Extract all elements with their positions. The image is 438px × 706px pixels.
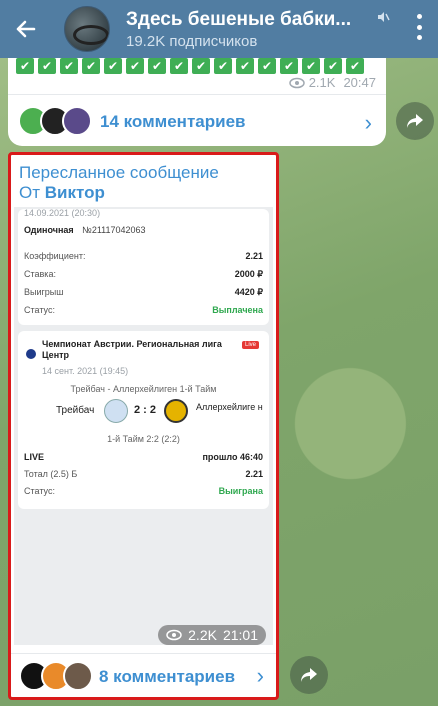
bet-card: 14.09.2021 (20:30) Одиночная №2111704206… bbox=[18, 208, 269, 325]
check-icon: ✔ bbox=[16, 58, 34, 74]
home-team: Трейбач bbox=[56, 405, 95, 416]
bet-screenshot[interactable]: 14.09.2021 (20:30) Одиночная №2111704206… bbox=[14, 207, 273, 645]
eye-icon bbox=[166, 629, 182, 641]
forward-header[interactable]: Пересланное сообщение От Виктор bbox=[19, 163, 219, 203]
row-label: Статус: bbox=[24, 305, 55, 315]
bet-row: Ставка: 2000 ₽ bbox=[24, 269, 263, 280]
bet-row: Выигрыш 4420 ₽ bbox=[24, 287, 263, 298]
status-value: Выиграна bbox=[218, 486, 263, 496]
comments-link[interactable]: 8 комментариев bbox=[99, 667, 235, 687]
away-team: Аллерхейлиге н bbox=[196, 402, 263, 412]
league-name: Чемпионат Австрии. Региональная лига Цен… bbox=[42, 339, 222, 360]
avatar bbox=[63, 661, 93, 691]
check-icon: ✔ bbox=[302, 58, 320, 74]
post-time: 20:47 bbox=[343, 75, 376, 90]
comments-link[interactable]: 14 комментариев bbox=[100, 112, 245, 132]
row-label: Коэффициент: bbox=[24, 251, 86, 261]
row-label: Тотал (2.5) Б bbox=[24, 469, 78, 479]
post-meta: 2.1K 20:47 bbox=[288, 75, 376, 90]
league-icon bbox=[26, 349, 36, 359]
bet-date: 14.09.2021 (20:30) bbox=[24, 208, 101, 218]
row-value: 2000 ₽ bbox=[234, 269, 263, 279]
check-icon: ✔ bbox=[214, 58, 232, 74]
match-row: Тотал (2.5) Б 2.21 bbox=[24, 469, 263, 479]
row-value: 4420 ₽ bbox=[234, 287, 263, 297]
more-menu-icon[interactable] bbox=[414, 14, 424, 40]
row-value: 2.21 bbox=[245, 251, 263, 261]
check-icon: ✔ bbox=[192, 58, 210, 74]
post-time: 21:01 bbox=[222, 627, 258, 643]
bet-type-line: Одиночная №21117042063 bbox=[24, 225, 146, 235]
muted-icon bbox=[378, 12, 390, 22]
home-team-logo bbox=[104, 399, 128, 423]
check-icon: ✔ bbox=[126, 58, 144, 74]
post-bubble-2: Пересланное сообщение От Виктор 14.09.20… bbox=[8, 152, 279, 700]
half-score: 1-й Тайм 2:2 (2:2) bbox=[107, 434, 180, 444]
bet-row: Статус: Выплачена bbox=[24, 305, 263, 315]
check-icon: ✔ bbox=[258, 58, 276, 74]
match-row: LIVE прошло 46:40 bbox=[24, 452, 263, 462]
channel-title: Здесь бешеные бабки... bbox=[126, 8, 352, 30]
channel-info[interactable]: Здесь бешеные бабки... 19.2K подписчиков bbox=[126, 9, 416, 50]
bet-number: №21117042063 bbox=[82, 225, 146, 235]
view-count: 2.1K bbox=[308, 75, 336, 90]
post-meta: 2.2K 21:01 bbox=[158, 625, 266, 645]
check-icon: ✔ bbox=[324, 58, 342, 74]
row-label: Ставка: bbox=[24, 269, 56, 279]
match-date: 14 сент. 2021 (19:45) bbox=[42, 366, 129, 376]
chat-header: Здесь бешеные бабки... 19.2K подписчиков bbox=[0, 0, 438, 58]
bet-type: Одиночная bbox=[24, 225, 74, 235]
eye-icon bbox=[288, 77, 305, 88]
row-label: Статус: bbox=[24, 486, 55, 496]
post-bubble-1: ✔ ✔ ✔ ✔ ✔ ✔ ✔ ✔ ✔ ✔ ✔ ✔ ✔ ✔ ✔ ✔ 2.1K 20:… bbox=[8, 58, 386, 146]
check-icon: ✔ bbox=[346, 58, 364, 74]
view-count: 2.2K bbox=[188, 627, 217, 643]
divider bbox=[8, 94, 386, 95]
check-icon: ✔ bbox=[236, 58, 254, 74]
check-icon: ✔ bbox=[148, 58, 166, 74]
channel-avatar[interactable] bbox=[64, 6, 110, 52]
avatar bbox=[62, 106, 92, 136]
row-value: прошло 46:40 bbox=[202, 452, 263, 462]
chevron-right-icon[interactable]: › bbox=[365, 110, 372, 136]
row-value: 2.21 bbox=[245, 469, 263, 479]
check-mark-row: ✔ ✔ ✔ ✔ ✔ ✔ ✔ ✔ ✔ ✔ ✔ ✔ ✔ ✔ ✔ ✔ bbox=[16, 58, 364, 76]
bet-row: Коэффициент: 2.21 bbox=[24, 251, 263, 261]
match-row: Статус: Выиграна bbox=[24, 486, 263, 496]
commenter-avatars bbox=[19, 661, 93, 691]
live-badge: Live bbox=[241, 341, 259, 349]
forwarded-label: Пересланное сообщение bbox=[19, 163, 219, 182]
divider bbox=[11, 653, 276, 654]
arrow-left-icon bbox=[16, 20, 36, 38]
check-icon: ✔ bbox=[280, 58, 298, 74]
share-arrow-icon bbox=[407, 114, 423, 128]
row-label: LIVE bbox=[24, 452, 45, 462]
away-team-logo bbox=[164, 399, 188, 423]
check-icon: ✔ bbox=[38, 58, 56, 74]
from-prefix: От bbox=[19, 183, 41, 202]
status-value: Выплачена bbox=[212, 305, 263, 315]
score: 2 : 2 bbox=[134, 404, 157, 416]
match-card: Чемпионат Австрии. Региональная лига Цен… bbox=[18, 331, 269, 509]
check-icon: ✔ bbox=[170, 58, 188, 74]
chevron-right-icon[interactable]: › bbox=[257, 663, 264, 689]
row-label: Выигрыш bbox=[24, 287, 64, 297]
share-button[interactable] bbox=[290, 656, 328, 694]
check-icon: ✔ bbox=[60, 58, 78, 74]
from-name: Виктор bbox=[44, 183, 105, 202]
share-button[interactable] bbox=[396, 102, 434, 140]
commenter-avatars bbox=[18, 106, 92, 136]
share-arrow-icon bbox=[301, 668, 317, 682]
check-icon: ✔ bbox=[82, 58, 100, 74]
check-icon: ✔ bbox=[104, 58, 122, 74]
back-button[interactable] bbox=[0, 0, 50, 58]
subscriber-count: 19.2K подписчиков bbox=[126, 32, 258, 50]
match-event: Трейбач - Аллерхейлиген 1-й Тайм bbox=[70, 384, 217, 394]
